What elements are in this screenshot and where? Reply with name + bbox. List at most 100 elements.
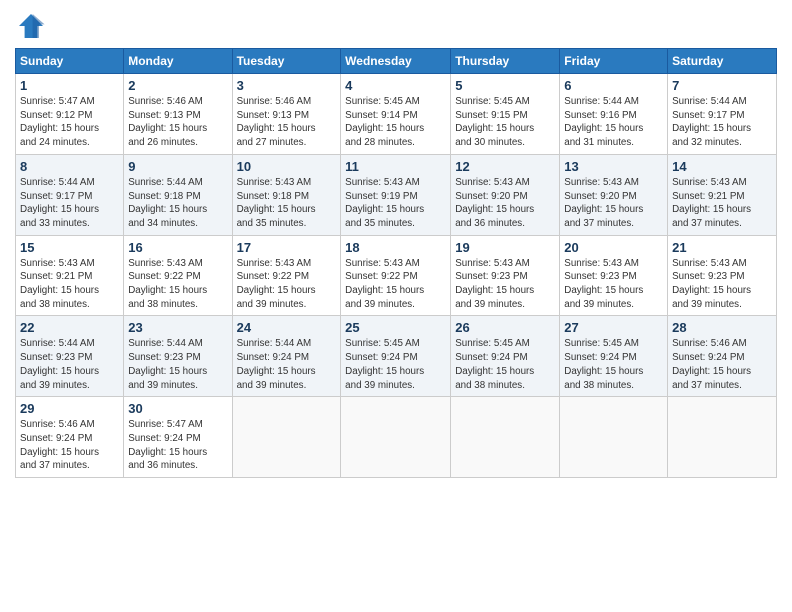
day-info: Sunrise: 5:47 AMSunset: 9:24 PMDaylight:… (128, 418, 227, 473)
weekday-header-thursday: Thursday (451, 49, 560, 74)
day-number: 29 (20, 401, 119, 416)
day-number: 24 (237, 320, 337, 335)
logo-icon (15, 10, 47, 42)
calendar-cell: 27Sunrise: 5:45 AMSunset: 9:24 PMDayligh… (560, 316, 668, 397)
calendar-cell: 13 Sunrise: 5:43 AMSunset: 9:20 PMDayligh… (560, 154, 668, 235)
page: SundayMondayTuesdayWednesdayThursdayFrid… (0, 0, 792, 612)
day-number: 1 (20, 78, 119, 93)
calendar-cell: 10 Sunrise: 5:43 AMSunset: 9:18 PMDayligh… (232, 154, 341, 235)
day-info: Sunrise: 5:43 AMSunset: 9:20 PMDaylight:… (455, 176, 555, 231)
day-number: 17 (237, 240, 337, 255)
day-info: Sunrise: 5:43 AMSunset: 9:22 PMDaylight:… (128, 257, 227, 312)
calendar-cell: 28 Sunrise: 5:46 AMSunset: 9:24 PMDayligh… (668, 316, 777, 397)
calendar-week-3: 15 Sunrise: 5:43 AMSunset: 9:21 PMDayligh… (16, 235, 777, 316)
weekday-header-tuesday: Tuesday (232, 49, 341, 74)
day-number: 19 (455, 240, 555, 255)
calendar-cell (341, 397, 451, 478)
day-number: 3 (237, 78, 337, 93)
weekday-header-friday: Friday (560, 49, 668, 74)
calendar-cell: 15 Sunrise: 5:43 AMSunset: 9:21 PMDayligh… (16, 235, 124, 316)
day-info: Sunrise: 5:43 AMSunset: 9:23 PMDaylight:… (455, 257, 555, 312)
day-info: Sunrise: 5:44 AMSunset: 9:16 PMDaylight:… (564, 95, 663, 150)
day-number: 26 (455, 320, 555, 335)
weekday-header-monday: Monday (124, 49, 232, 74)
day-info: Sunrise: 5:43 AMSunset: 9:22 PMDaylight:… (237, 257, 337, 312)
day-number: 7 (672, 78, 772, 93)
calendar-cell: 8Sunrise: 5:44 AMSunset: 9:17 PMDaylight… (16, 154, 124, 235)
day-number: 16 (128, 240, 227, 255)
day-info: Sunrise: 5:44 AMSunset: 9:24 PMDaylight:… (237, 337, 337, 392)
day-number: 30 (128, 401, 227, 416)
calendar-cell: 29 Sunrise: 5:46 AMSunset: 9:24 PMDayligh… (16, 397, 124, 478)
day-info: Sunrise: 5:43 AMSunset: 9:23 PMDaylight:… (672, 257, 772, 312)
calendar-cell (232, 397, 341, 478)
day-number: 5 (455, 78, 555, 93)
day-info: Sunrise: 5:44 AMSunset: 9:17 PMDaylight:… (672, 95, 772, 150)
weekday-header-sunday: Sunday (16, 49, 124, 74)
day-number: 13 (564, 159, 663, 174)
day-number: 2 (128, 78, 227, 93)
day-number: 21 (672, 240, 772, 255)
day-info: Sunrise: 5:45 AMSunset: 9:24 PMDaylight:… (564, 337, 663, 392)
header (15, 10, 777, 42)
day-info: Sunrise: 5:46 AMSunset: 9:24 PMDaylight:… (20, 418, 119, 473)
day-info: Sunrise: 5:43 AMSunset: 9:18 PMDaylight:… (237, 176, 337, 231)
day-number: 18 (345, 240, 446, 255)
day-number: 4 (345, 78, 446, 93)
calendar-cell: 26 Sunrise: 5:45 AMSunset: 9:24 PMDayligh… (451, 316, 560, 397)
day-number: 9 (128, 159, 227, 174)
calendar-cell: 4 Sunrise: 5:45 AMSunset: 9:14 PMDaylight… (341, 74, 451, 155)
day-info: Sunrise: 5:46 AMSunset: 9:13 PMDaylight:… (237, 95, 337, 150)
day-info: Sunrise: 5:45 AMSunset: 9:24 PMDaylight:… (455, 337, 555, 392)
calendar-cell: 1Sunrise: 5:47 AMSunset: 9:12 PMDaylight… (16, 74, 124, 155)
weekday-header-saturday: Saturday (668, 49, 777, 74)
day-info: Sunrise: 5:43 AMSunset: 9:19 PMDaylight:… (345, 176, 446, 231)
day-info: Sunrise: 5:43 AMSunset: 9:21 PMDaylight:… (20, 257, 119, 312)
calendar-week-1: 1Sunrise: 5:47 AMSunset: 9:12 PMDaylight… (16, 74, 777, 155)
calendar-cell (668, 397, 777, 478)
day-number: 23 (128, 320, 227, 335)
calendar-cell: 22Sunrise: 5:44 AMSunset: 9:23 PMDayligh… (16, 316, 124, 397)
calendar-week-5: 29 Sunrise: 5:46 AMSunset: 9:24 PMDayligh… (16, 397, 777, 478)
day-info: Sunrise: 5:44 AMSunset: 9:18 PMDaylight:… (128, 176, 227, 231)
day-info: Sunrise: 5:43 AMSunset: 9:21 PMDaylight:… (672, 176, 772, 231)
calendar-table: SundayMondayTuesdayWednesdayThursdayFrid… (15, 48, 777, 478)
calendar-cell: 14 Sunrise: 5:43 AMSunset: 9:21 PMDayligh… (668, 154, 777, 235)
day-info: Sunrise: 5:43 AMSunset: 9:22 PMDaylight:… (345, 257, 446, 312)
day-info: Sunrise: 5:46 AMSunset: 9:13 PMDaylight:… (128, 95, 227, 150)
day-number: 10 (237, 159, 337, 174)
calendar-cell: 17 Sunrise: 5:43 AMSunset: 9:22 PMDayligh… (232, 235, 341, 316)
calendar-cell: 3 Sunrise: 5:46 AMSunset: 9:13 PMDaylight… (232, 74, 341, 155)
day-number: 25 (345, 320, 446, 335)
calendar-cell: 23 Sunrise: 5:44 AMSunset: 9:23 PMDayligh… (124, 316, 232, 397)
calendar-cell: 30 Sunrise: 5:47 AMSunset: 9:24 PMDayligh… (124, 397, 232, 478)
weekday-header-row: SundayMondayTuesdayWednesdayThursdayFrid… (16, 49, 777, 74)
logo (15, 10, 51, 42)
day-info: Sunrise: 5:44 AMSunset: 9:23 PMDaylight:… (128, 337, 227, 392)
calendar-cell: 2 Sunrise: 5:46 AMSunset: 9:13 PMDaylight… (124, 74, 232, 155)
day-info: Sunrise: 5:43 AMSunset: 9:20 PMDaylight:… (564, 176, 663, 231)
calendar-cell: 11Sunrise: 5:43 AMSunset: 9:19 PMDayligh… (341, 154, 451, 235)
day-info: Sunrise: 5:45 AMSunset: 9:24 PMDaylight:… (345, 337, 446, 392)
day-number: 15 (20, 240, 119, 255)
calendar-cell: 6Sunrise: 5:44 AMSunset: 9:16 PMDaylight… (560, 74, 668, 155)
day-info: Sunrise: 5:44 AMSunset: 9:17 PMDaylight:… (20, 176, 119, 231)
day-number: 20 (564, 240, 663, 255)
calendar-cell: 21 Sunrise: 5:43 AMSunset: 9:23 PMDayligh… (668, 235, 777, 316)
calendar-week-4: 22Sunrise: 5:44 AMSunset: 9:23 PMDayligh… (16, 316, 777, 397)
calendar-cell: 24 Sunrise: 5:44 AMSunset: 9:24 PMDayligh… (232, 316, 341, 397)
calendar-cell (560, 397, 668, 478)
day-info: Sunrise: 5:45 AMSunset: 9:14 PMDaylight:… (345, 95, 446, 150)
calendar-cell: 19 Sunrise: 5:43 AMSunset: 9:23 PMDayligh… (451, 235, 560, 316)
calendar-cell: 18 Sunrise: 5:43 AMSunset: 9:22 PMDayligh… (341, 235, 451, 316)
calendar-cell: 25 Sunrise: 5:45 AMSunset: 9:24 PMDayligh… (341, 316, 451, 397)
day-number: 28 (672, 320, 772, 335)
calendar-cell: 9 Sunrise: 5:44 AMSunset: 9:18 PMDaylight… (124, 154, 232, 235)
day-info: Sunrise: 5:46 AMSunset: 9:24 PMDaylight:… (672, 337, 772, 392)
calendar-cell: 7 Sunrise: 5:44 AMSunset: 9:17 PMDaylight… (668, 74, 777, 155)
calendar-cell: 12 Sunrise: 5:43 AMSunset: 9:20 PMDayligh… (451, 154, 560, 235)
calendar-cell (451, 397, 560, 478)
calendar-cell: 16 Sunrise: 5:43 AMSunset: 9:22 PMDayligh… (124, 235, 232, 316)
day-number: 14 (672, 159, 772, 174)
day-number: 12 (455, 159, 555, 174)
